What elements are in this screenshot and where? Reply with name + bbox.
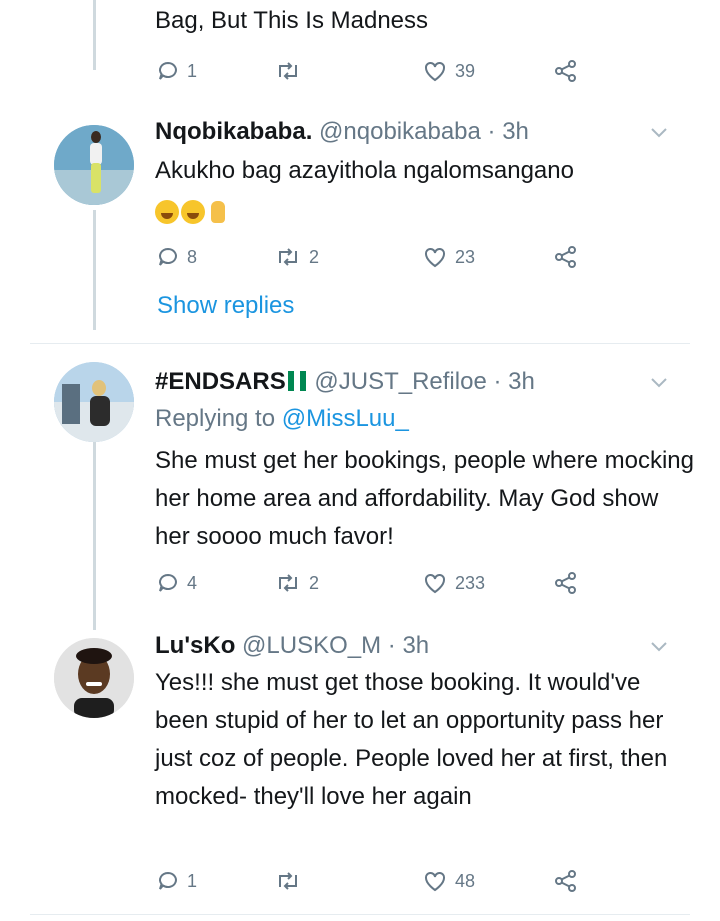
reply-button[interactable]: 1 bbox=[157, 866, 197, 896]
timestamp[interactable]: · 3h bbox=[388, 632, 429, 659]
avatar-image bbox=[54, 638, 134, 718]
retweet-icon bbox=[279, 872, 297, 890]
reply-icon bbox=[159, 871, 177, 890]
tweet[interactable]: Lu'sKo @LUSKO_M · 3h Yes!!! she must get… bbox=[0, 0, 720, 910]
retweet-button[interactable] bbox=[275, 866, 309, 896]
tweet-actions: 1 48 bbox=[155, 866, 595, 896]
tweet-header: Lu'sKo @LUSKO_M · 3h bbox=[155, 632, 429, 660]
display-name[interactable]: Lu'sKo bbox=[155, 632, 235, 659]
heart-icon bbox=[425, 871, 445, 892]
user-handle[interactable]: @LUSKO_M bbox=[242, 632, 381, 659]
share-button[interactable] bbox=[553, 866, 579, 896]
like-count: 48 bbox=[455, 870, 476, 891]
share-icon bbox=[555, 870, 576, 892]
divider bbox=[30, 914, 690, 915]
tweet-text: Yes!!! she must get those booking. It wo… bbox=[155, 669, 668, 810]
avatar[interactable] bbox=[54, 638, 134, 718]
reply-count: 1 bbox=[187, 870, 198, 891]
chevron-down-icon[interactable] bbox=[650, 636, 668, 657]
like-button[interactable]: 48 bbox=[423, 866, 475, 896]
